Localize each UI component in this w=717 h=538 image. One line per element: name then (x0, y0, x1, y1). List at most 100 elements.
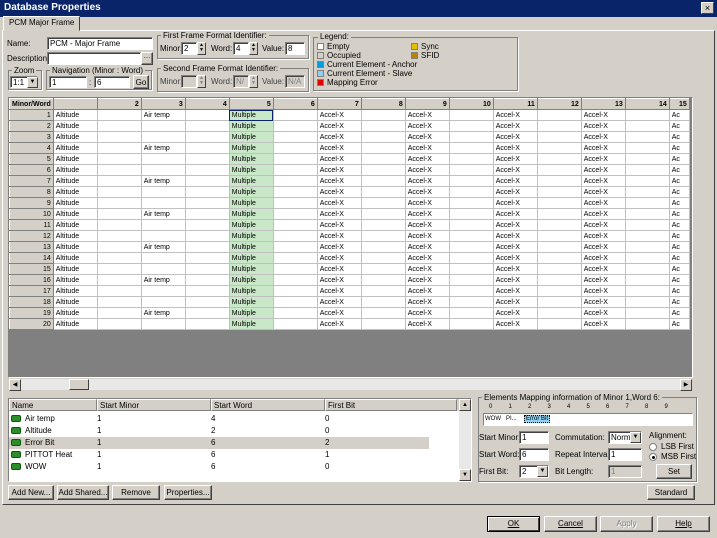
grid-cell[interactable]: Accel-X (405, 230, 450, 242)
grid-cell[interactable]: Ac (669, 219, 690, 231)
grid-cell[interactable] (185, 263, 230, 275)
grid-cell[interactable]: Ac (669, 142, 690, 154)
grid-cell[interactable] (625, 142, 670, 154)
grid-cell[interactable]: Accel-X (405, 109, 450, 121)
grid-cell[interactable] (185, 274, 230, 286)
grid-cell[interactable]: Accel-X (317, 197, 362, 209)
grid-cell[interactable] (361, 142, 406, 154)
grid-col-header[interactable]: 15 (668, 98, 690, 110)
grid-cell[interactable] (185, 219, 230, 231)
grid-cell[interactable]: Multiple (229, 230, 274, 242)
grid-cell[interactable]: Accel-X (317, 274, 362, 286)
grid-cell[interactable] (625, 131, 670, 143)
grid-cell[interactable] (273, 263, 318, 275)
grid-cell[interactable] (141, 131, 186, 143)
grid-row-header[interactable]: 4 (9, 142, 54, 154)
col-start-minor[interactable]: Start Minor (97, 399, 211, 411)
grid-cell[interactable]: Altitude (53, 197, 98, 209)
grid-cell[interactable] (97, 120, 142, 132)
grid-row-header[interactable]: 7 (9, 175, 54, 187)
grid-cell[interactable]: Accel-X (493, 197, 538, 209)
grid-cell[interactable] (273, 252, 318, 264)
grid-cell[interactable]: Accel-X (493, 153, 538, 165)
grid-cell[interactable] (537, 186, 582, 198)
first-minor-spinner[interactable]: ▲ ▼ (197, 42, 206, 55)
elements-list[interactable]: Name Start Minor Start Word First Bit Ai… (8, 398, 472, 482)
grid-cell[interactable]: Accel-X (493, 175, 538, 187)
grid-cell[interactable] (141, 318, 186, 330)
grid-cell[interactable] (537, 318, 582, 330)
col-name[interactable]: Name (9, 399, 97, 411)
grid-cell[interactable] (537, 109, 582, 121)
grid-col-header[interactable]: 13 (580, 98, 626, 110)
list-item[interactable]: Error Bit 1 6 2 (9, 437, 429, 449)
grid-cell[interactable] (449, 252, 494, 264)
apply-button[interactable]: Apply (600, 516, 653, 532)
grid-col-header[interactable]: 14 (624, 98, 670, 110)
grid-cell[interactable]: Multiple (229, 252, 274, 264)
grid-row-header[interactable]: 14 (9, 252, 54, 264)
grid-cell[interactable] (361, 296, 406, 308)
grid-cell[interactable]: Accel-X (493, 109, 538, 121)
grid-cell[interactable]: Air temp (141, 307, 186, 319)
go-button[interactable]: Go (133, 75, 149, 89)
grid-cell[interactable] (273, 241, 318, 253)
grid-cell[interactable]: Accel-X (493, 241, 538, 253)
grid-row-header[interactable]: 3 (9, 131, 54, 143)
grid-cell[interactable]: Accel-X (493, 318, 538, 330)
grid-cell[interactable]: Accel-X (317, 186, 362, 198)
scroll-down-icon[interactable]: ▼ (459, 469, 471, 481)
grid-cell[interactable]: Ac (669, 252, 690, 264)
grid-cell[interactable] (185, 175, 230, 187)
grid-cell[interactable] (141, 219, 186, 231)
grid-cell[interactable] (361, 131, 406, 143)
nav-minor-input[interactable]: 1 (49, 76, 87, 88)
grid-cell[interactable] (97, 109, 142, 121)
grid-cell[interactable] (361, 263, 406, 275)
grid-cell[interactable]: Multiple (229, 274, 274, 286)
grid-cell[interactable] (625, 285, 670, 297)
ruler-item-pittot[interactable]: PI... (506, 416, 517, 422)
grid-cell[interactable]: Accel-X (493, 263, 538, 275)
grid-cell[interactable] (449, 142, 494, 154)
grid-cell[interactable] (625, 230, 670, 242)
grid-cell[interactable]: Accel-X (317, 208, 362, 220)
grid-cell[interactable]: Multiple (229, 131, 274, 143)
grid-cell[interactable] (361, 285, 406, 297)
list-vertical-scrollbar[interactable]: ▲ ▼ (459, 399, 471, 481)
grid-cell[interactable] (625, 263, 670, 275)
grid-row-header[interactable]: 11 (9, 219, 54, 231)
grid-cell[interactable]: Accel-X (581, 219, 626, 231)
add-shared-button[interactable]: Add Shared... (57, 485, 109, 500)
grid-row-header[interactable]: 20 (9, 318, 54, 330)
scroll-right-icon[interactable]: ▶ (680, 379, 692, 391)
grid-cell[interactable]: Ac (669, 109, 690, 121)
grid-cell[interactable] (361, 208, 406, 220)
grid-cell[interactable] (273, 230, 318, 242)
grid-cell[interactable] (537, 252, 582, 264)
grid-cell[interactable]: Multiple (229, 175, 274, 187)
grid-cell[interactable] (273, 131, 318, 143)
grid-cell[interactable]: Multiple (229, 142, 274, 154)
grid-cell[interactable]: Accel-X (405, 274, 450, 286)
grid-cell[interactable] (537, 296, 582, 308)
grid-cell[interactable] (625, 175, 670, 187)
grid-cell[interactable]: Accel-X (405, 296, 450, 308)
grid-cell[interactable]: Accel-X (581, 197, 626, 209)
grid-cell[interactable]: Altitude (53, 285, 98, 297)
grid-cell[interactable]: Accel-X (405, 164, 450, 176)
grid-cell[interactable]: Multiple (229, 197, 274, 209)
grid-cell[interactable]: Altitude (53, 142, 98, 154)
grid-cell[interactable] (141, 120, 186, 132)
grid-cell[interactable] (625, 274, 670, 286)
repeat-interval-input[interactable]: 1 (608, 448, 642, 461)
grid-cell[interactable]: Accel-X (317, 142, 362, 154)
grid-cell[interactable] (273, 197, 318, 209)
grid-cell[interactable] (449, 285, 494, 297)
scroll-thumb[interactable] (69, 379, 89, 390)
grid-cell[interactable] (97, 186, 142, 198)
grid-cell[interactable]: Accel-X (581, 263, 626, 275)
grid-cell[interactable] (273, 219, 318, 231)
grid-cell[interactable] (273, 274, 318, 286)
grid-cell[interactable] (97, 208, 142, 220)
